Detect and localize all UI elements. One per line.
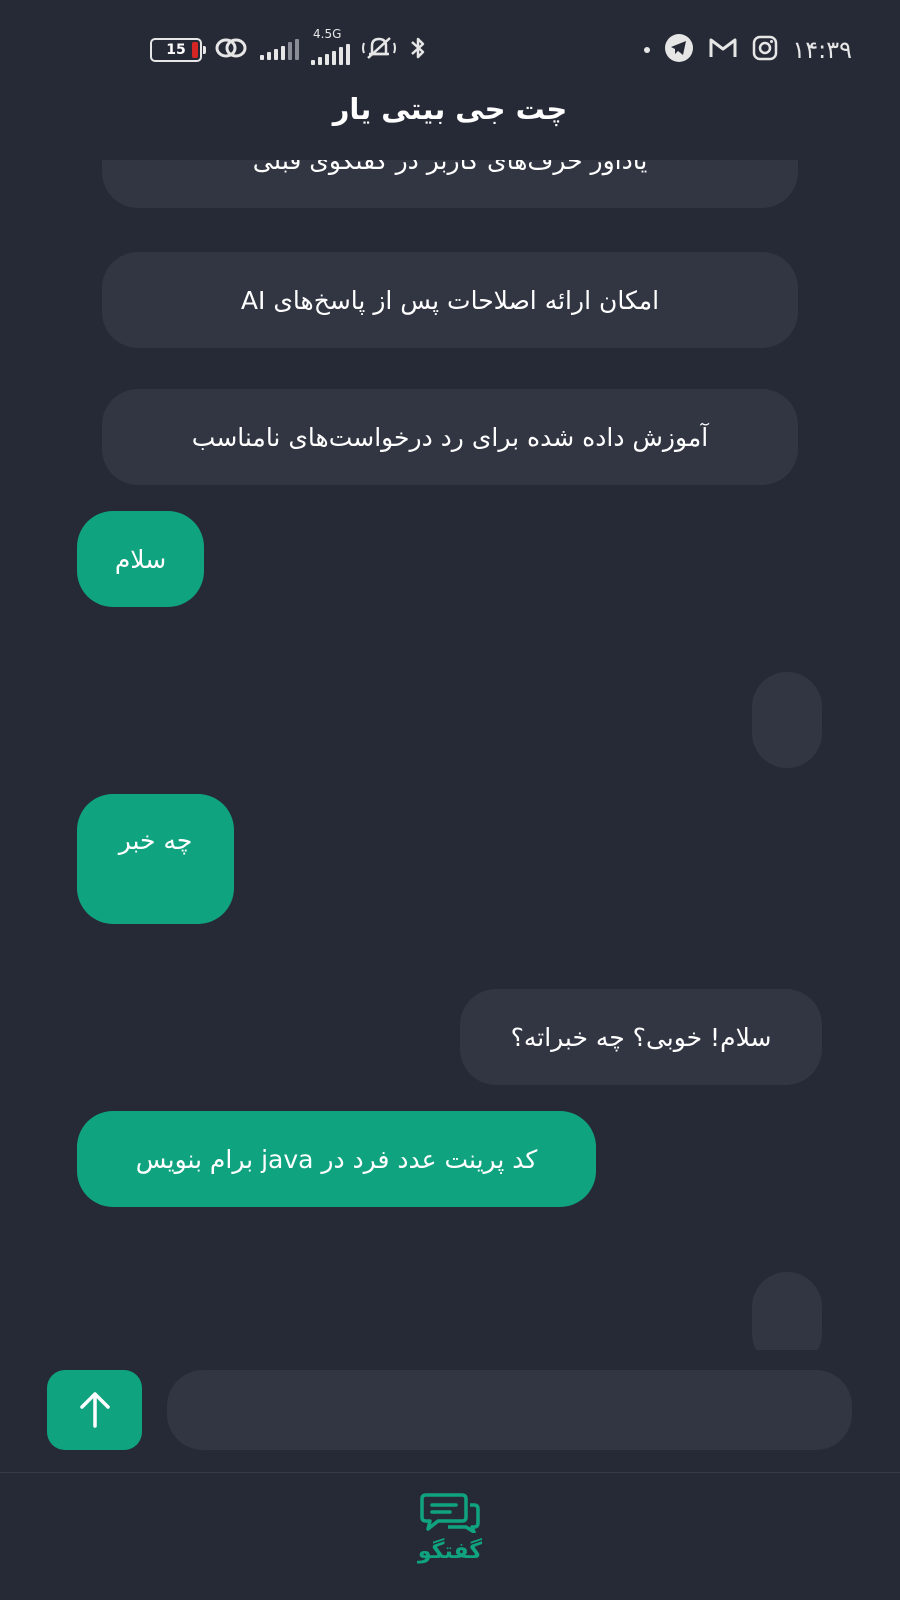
user-message-bubble: کد پرینت عدد فرد در java برام بنویس	[77, 1111, 596, 1207]
silent-bell-icon	[362, 34, 396, 66]
suggestion-card-refuse[interactable]: آموزش داده شده برای رد درخواست‌های نامنا…	[102, 389, 798, 485]
bluetooth-icon	[408, 34, 428, 66]
bot-message-bubble: سلام! خوبی؟ چه خبراته؟	[460, 989, 822, 1085]
message-input[interactable]	[167, 1370, 852, 1450]
status-bar-right: ۱۴:۳۹	[644, 34, 852, 66]
nav-tab-chat[interactable]: گفتگو	[400, 1491, 500, 1591]
arrow-up-icon	[79, 1392, 110, 1428]
suggestion-card-memory[interactable]: یادآور حرف‌های کاربر در گفتگوی قبلی	[102, 160, 798, 208]
suggestion-card-corrections[interactable]: امکان ارائه اصلاحات پس از پاسخ‌های AI	[102, 252, 798, 348]
network-type-label: 4.5G	[313, 27, 342, 41]
signal-strength-icon	[260, 39, 299, 60]
notification-dot-icon	[644, 47, 651, 53]
chat-message-list[interactable]: یادآور حرف‌های کاربر در گفتگوی قبلی امکا…	[0, 160, 900, 1350]
mobile-data-signal-icon: 4.5G	[311, 27, 350, 65]
battery-level: 15	[166, 42, 186, 58]
status-time: ۱۴:۳۹	[792, 36, 852, 64]
battery-icon: 15	[150, 38, 206, 62]
bot-message-bubble-loading	[752, 672, 822, 768]
gmail-icon	[708, 36, 738, 64]
user-message-bubble: سلام	[77, 511, 204, 607]
app-screen: 15 4.5G	[0, 0, 900, 1600]
status-bar: 15 4.5G ۱۴:۳۹	[0, 0, 900, 100]
status-bar-left: 15 4.5G	[150, 27, 428, 66]
hotspot-link-icon	[214, 36, 248, 64]
bottom-navigation: گفتگو	[0, 1472, 900, 1600]
instagram-icon	[752, 35, 778, 65]
page-title: چت جی بیتی یار	[332, 92, 568, 126]
nav-tab-chat-label: گفتگو	[417, 1539, 483, 1564]
user-message-bubble: چه خبر	[77, 794, 234, 924]
bot-message-bubble-loading	[752, 1272, 822, 1350]
chat-bubbles-icon	[420, 1493, 480, 1533]
telegram-icon	[664, 33, 694, 67]
send-button[interactable]	[47, 1370, 142, 1450]
